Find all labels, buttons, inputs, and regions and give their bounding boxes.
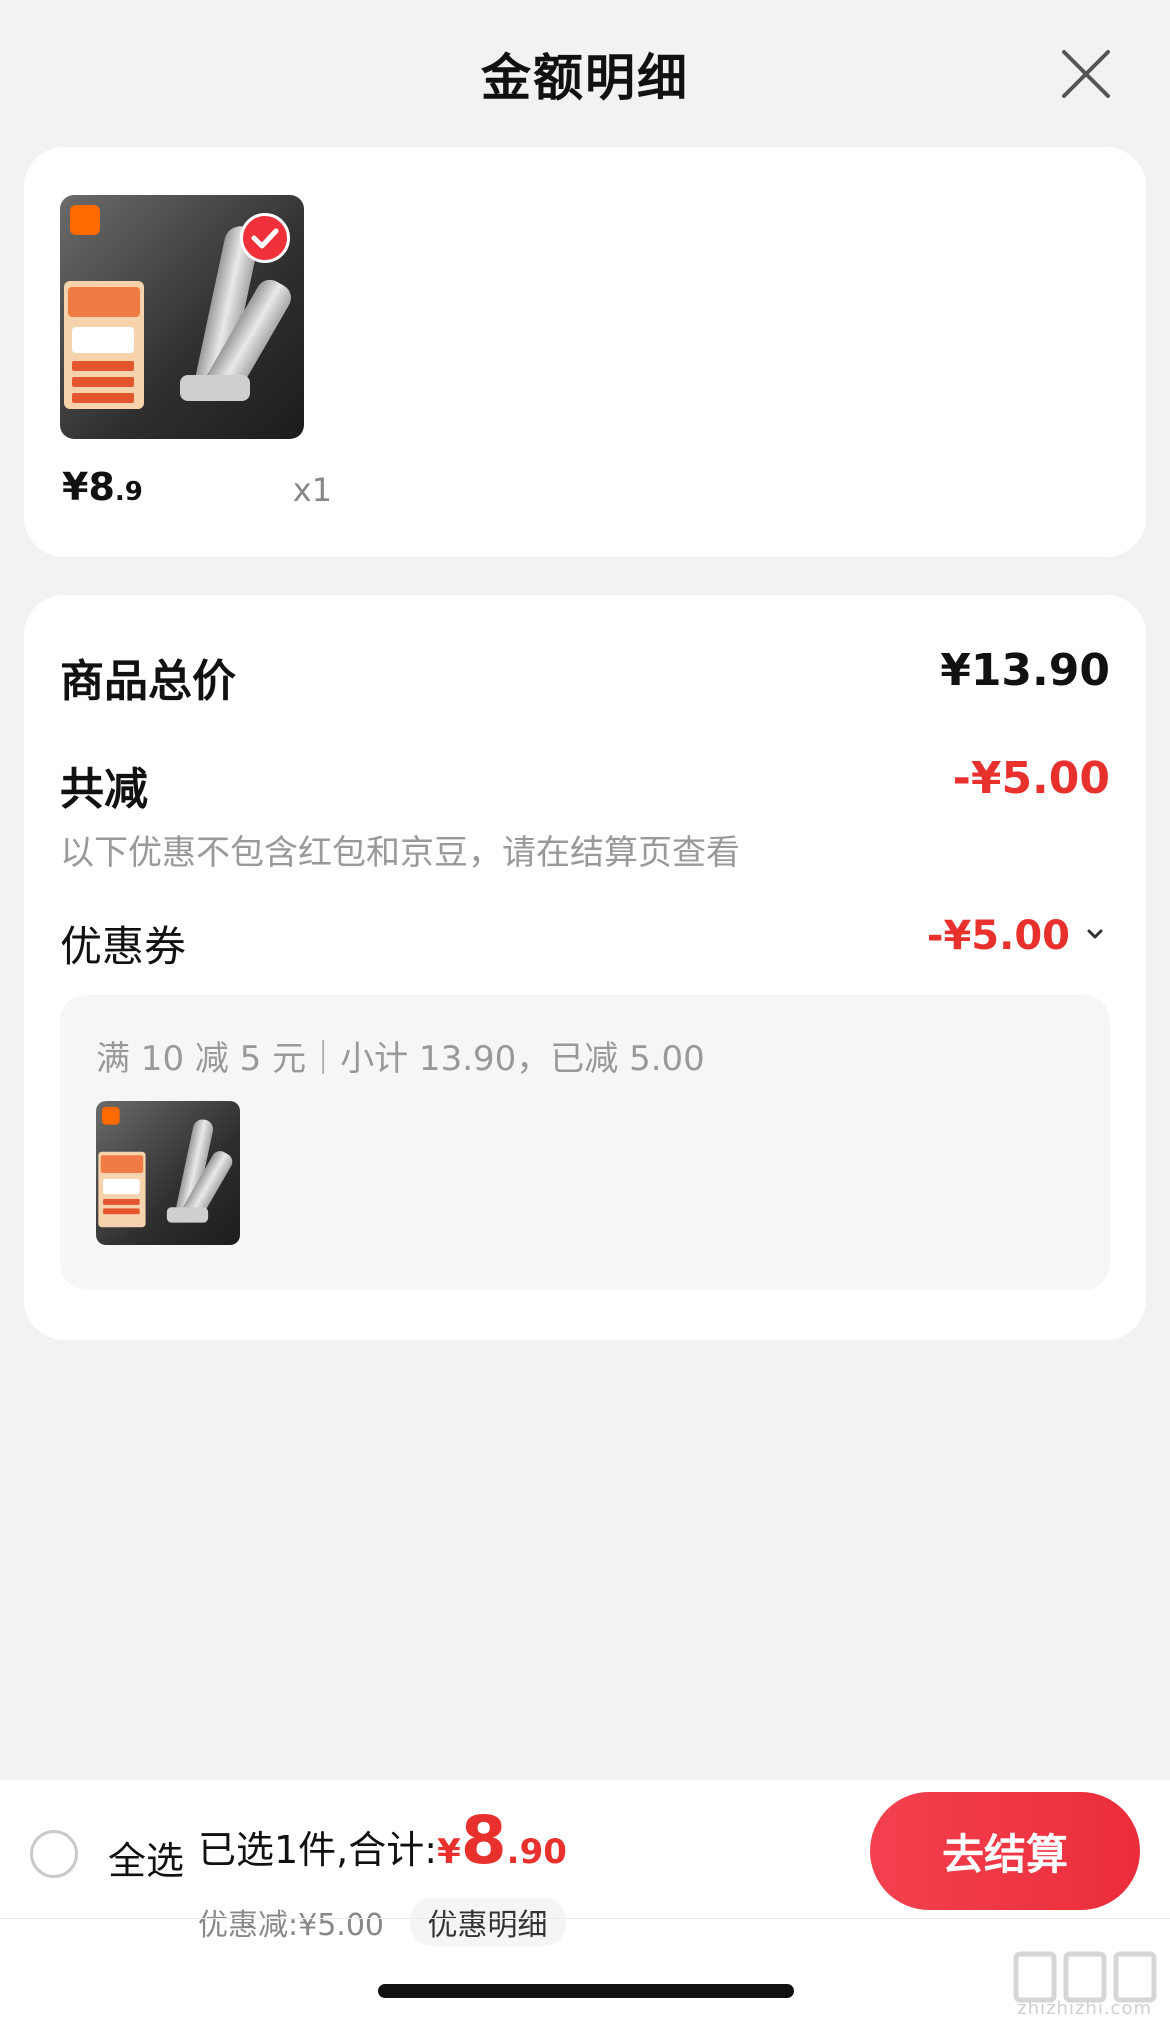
close-icon xyxy=(1062,50,1110,98)
check-icon xyxy=(251,228,279,249)
goods-total-label: 商品总价 xyxy=(60,656,236,707)
total-amount-decimal: .90 xyxy=(506,1832,567,1872)
total-line: 已选1件,合计:¥8.90 xyxy=(198,1802,567,1882)
coupon-product-image xyxy=(96,1101,240,1245)
selected-count-label: 已选1件,合计: xyxy=(198,1828,438,1872)
discount-detail-link[interactable]: 优惠明细 xyxy=(409,1898,566,1946)
product-price: ¥8 xyxy=(62,465,115,509)
discount-hint: 以下优惠不包含红包和京豆，请在结算页查看 xyxy=(60,833,740,873)
selected-check-badge[interactable] xyxy=(240,213,290,263)
select-all-radio[interactable] xyxy=(30,1830,78,1878)
home-indicator xyxy=(378,1984,794,1998)
total-reduce-value: -¥5.00 xyxy=(952,753,1110,804)
product-quantity: x1 xyxy=(292,471,332,509)
chevron-down-icon[interactable] xyxy=(1080,919,1110,949)
divider xyxy=(0,1918,1170,1919)
goods-total-row: 商品总价 ¥13.90 xyxy=(60,645,1110,709)
goods-total-value: ¥13.90 xyxy=(940,645,1110,696)
amount-detail-sheet: 金额明细 ¥8.9 x1 商品总价 ¥13.90 共减 -¥5.00 以下优惠不… xyxy=(0,0,1170,2025)
discount-amount: 优惠减:¥5.00 xyxy=(198,1908,384,1943)
coupon-row[interactable]: 优惠券 -¥5.00 xyxy=(60,913,1110,974)
coupon-detail-box: 满 10 减 5 元｜小计 13.90，已减 5.00 xyxy=(60,995,1110,1290)
checkout-button[interactable]: 去结算 xyxy=(870,1792,1140,1910)
total-reduce-label: 共减 xyxy=(60,764,148,815)
product-card: ¥8.9 x1 xyxy=(24,147,1146,557)
price-summary-card: 商品总价 ¥13.90 共减 -¥5.00 以下优惠不包含红包和京豆，请在结算页… xyxy=(24,595,1146,1340)
select-all-label[interactable]: 全选 xyxy=(108,1830,184,1885)
coupon-detail-text: 满 10 减 5 元｜小计 13.90，已减 5.00 xyxy=(96,1039,705,1079)
product-price-row: ¥8.9 x1 xyxy=(62,465,332,515)
sheet-header: 金额明细 xyxy=(0,0,1170,145)
discount-line: 优惠减:¥5.00 优惠明细 xyxy=(198,1898,566,1946)
close-button[interactable] xyxy=(1060,48,1112,100)
coupon-value: -¥5.00 xyxy=(926,913,1070,959)
coupon-label: 优惠券 xyxy=(60,922,187,971)
total-reduce-row: 共减 -¥5.00 xyxy=(60,753,1110,817)
product-image[interactable] xyxy=(60,195,304,439)
watermark-text: zhizhizhi.com xyxy=(1017,1998,1152,2019)
page-title: 金额明细 xyxy=(481,49,689,107)
total-currency: ¥ xyxy=(437,1832,461,1872)
total-amount: 8 xyxy=(460,1802,507,1879)
product-price-decimal: .9 xyxy=(114,477,143,507)
